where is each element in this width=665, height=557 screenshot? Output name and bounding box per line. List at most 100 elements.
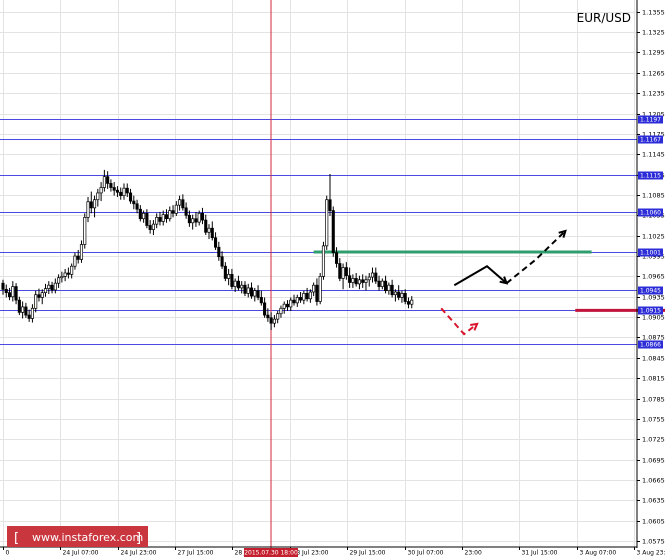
- candle-body-bull: [96, 192, 100, 201]
- candle-body-bear: [128, 192, 133, 202]
- candle-body-bull: [122, 187, 126, 197]
- candle-body-bear: [125, 187, 129, 194]
- candle-body-bear: [374, 272, 378, 282]
- candle-body-bear: [109, 183, 113, 188]
- candle-body-bull: [393, 291, 397, 296]
- candle-body-bear: [135, 203, 139, 210]
- candle-body-bull: [70, 265, 74, 275]
- candle-body-bear: [24, 306, 28, 316]
- candle-body-bear: [217, 246, 221, 258]
- candle-body-bear: [14, 286, 18, 301]
- candle-body-bear: [348, 275, 352, 283]
- watermark-bracket-right: ]: [136, 531, 141, 546]
- candle-body-bear: [145, 212, 149, 226]
- candle-body-bull: [60, 276, 64, 279]
- candle-body-bull: [86, 201, 90, 218]
- level-label: 1.0945: [640, 288, 661, 295]
- y-tick-label: 1.1295: [642, 49, 665, 57]
- candle-body-bear: [138, 208, 142, 220]
- candle-body-bull: [21, 306, 25, 313]
- watermark-bracket-left: [: [14, 531, 19, 546]
- candle-body-bear: [256, 290, 260, 298]
- candle-body-bear: [89, 201, 93, 209]
- y-tick-label: 1.1355: [642, 9, 665, 17]
- x-tick-label: 24 Jul 07:00: [63, 550, 99, 557]
- candle-body-bear: [112, 187, 116, 191]
- candle-body-bull: [40, 292, 44, 298]
- candle-body-bull: [325, 199, 329, 247]
- candle-body-bear: [406, 301, 411, 305]
- candle-body-bull: [151, 223, 155, 230]
- candle-body-bull: [53, 282, 57, 291]
- candle-body-bull: [364, 279, 368, 283]
- candle-body-bear: [331, 210, 335, 253]
- candle-body-bull: [99, 187, 103, 194]
- candle-body-bull: [380, 280, 384, 287]
- candle-body-bear: [236, 280, 240, 289]
- cursor-time-label: 2015.07.30 18:00: [244, 550, 298, 557]
- y-tick-label: 1.0875: [642, 334, 665, 342]
- y-tick-label: 1.1145: [642, 151, 665, 159]
- candle-body-bull: [227, 274, 231, 279]
- candle-body-bear: [266, 314, 270, 319]
- candle-body-bull: [308, 291, 312, 300]
- candle-body-bear: [361, 279, 365, 283]
- candle-body-bear: [115, 189, 120, 193]
- candle-body-bear: [292, 299, 296, 304]
- y-tick-label: 1.0635: [642, 497, 665, 505]
- x-tick-label: 30 Jul 07:00: [408, 550, 444, 557]
- candle-body-bear: [315, 284, 319, 302]
- candle: [321, 241, 326, 280]
- level-label: 1.1001: [640, 250, 661, 257]
- candle-body-bear: [200, 212, 205, 221]
- y-tick-label: 1.0665: [642, 477, 665, 485]
- candle-body-bull: [253, 290, 257, 297]
- candle-body-bear: [259, 297, 263, 304]
- y-tick-label: 1.1025: [642, 233, 665, 241]
- candle-body-bear: [299, 297, 303, 301]
- candle-body-bull: [289, 299, 293, 308]
- candle-body-bull: [34, 294, 38, 309]
- candle-body-bull: [351, 278, 355, 283]
- candle-body-bull: [272, 318, 276, 324]
- candle-body-bull: [73, 255, 77, 267]
- candle-body-bear: [106, 176, 110, 184]
- level-label: 1.1060: [640, 210, 661, 217]
- candle-body-bear: [269, 317, 273, 324]
- chart-title: EUR/USD: [577, 11, 631, 25]
- candle-body-bear: [27, 314, 31, 319]
- candle-body-bull: [47, 284, 51, 289]
- candle-body-bull: [246, 287, 250, 294]
- candle-body-bull: [400, 293, 404, 298]
- y-tick-label: 1.0755: [642, 416, 665, 424]
- candle-body-bear: [243, 284, 247, 294]
- y-tick-label: 1.1235: [642, 90, 665, 98]
- candle-body-bull: [93, 199, 97, 209]
- candle-body-bear: [230, 274, 234, 287]
- candle-body-bull: [410, 299, 414, 305]
- candle-body-bear: [184, 207, 188, 216]
- candle-body-bear: [37, 294, 41, 298]
- candle-body-bear: [397, 291, 401, 298]
- candle-body-bear: [220, 256, 224, 267]
- level-label: 1.1115: [640, 173, 661, 180]
- x-tick-label: 0: [6, 550, 10, 557]
- level-label: 1.1197: [640, 117, 661, 124]
- candle-body-bull: [302, 293, 306, 301]
- candle-body-bull: [295, 297, 299, 304]
- candle-body-bull: [155, 217, 159, 225]
- candle-body-bull: [233, 280, 237, 287]
- candle-body-bull: [276, 313, 280, 320]
- candle-body-bear: [328, 199, 332, 211]
- candle-body-bull: [161, 214, 165, 222]
- eurusd-candlestick-chart: 1.13551.13251.12951.12651.12351.12051.11…: [0, 0, 665, 557]
- level-label: 1.1167: [640, 137, 661, 144]
- candle-body-bear: [344, 267, 348, 277]
- candle-body-bear: [17, 299, 21, 313]
- candle-body-bull: [341, 267, 345, 279]
- candle-body-bear: [7, 292, 12, 298]
- candle-body-bull: [197, 212, 201, 223]
- candle-body-bear: [285, 303, 290, 308]
- y-tick-label: 1.0695: [642, 457, 665, 465]
- candle-body-bear: [4, 288, 8, 294]
